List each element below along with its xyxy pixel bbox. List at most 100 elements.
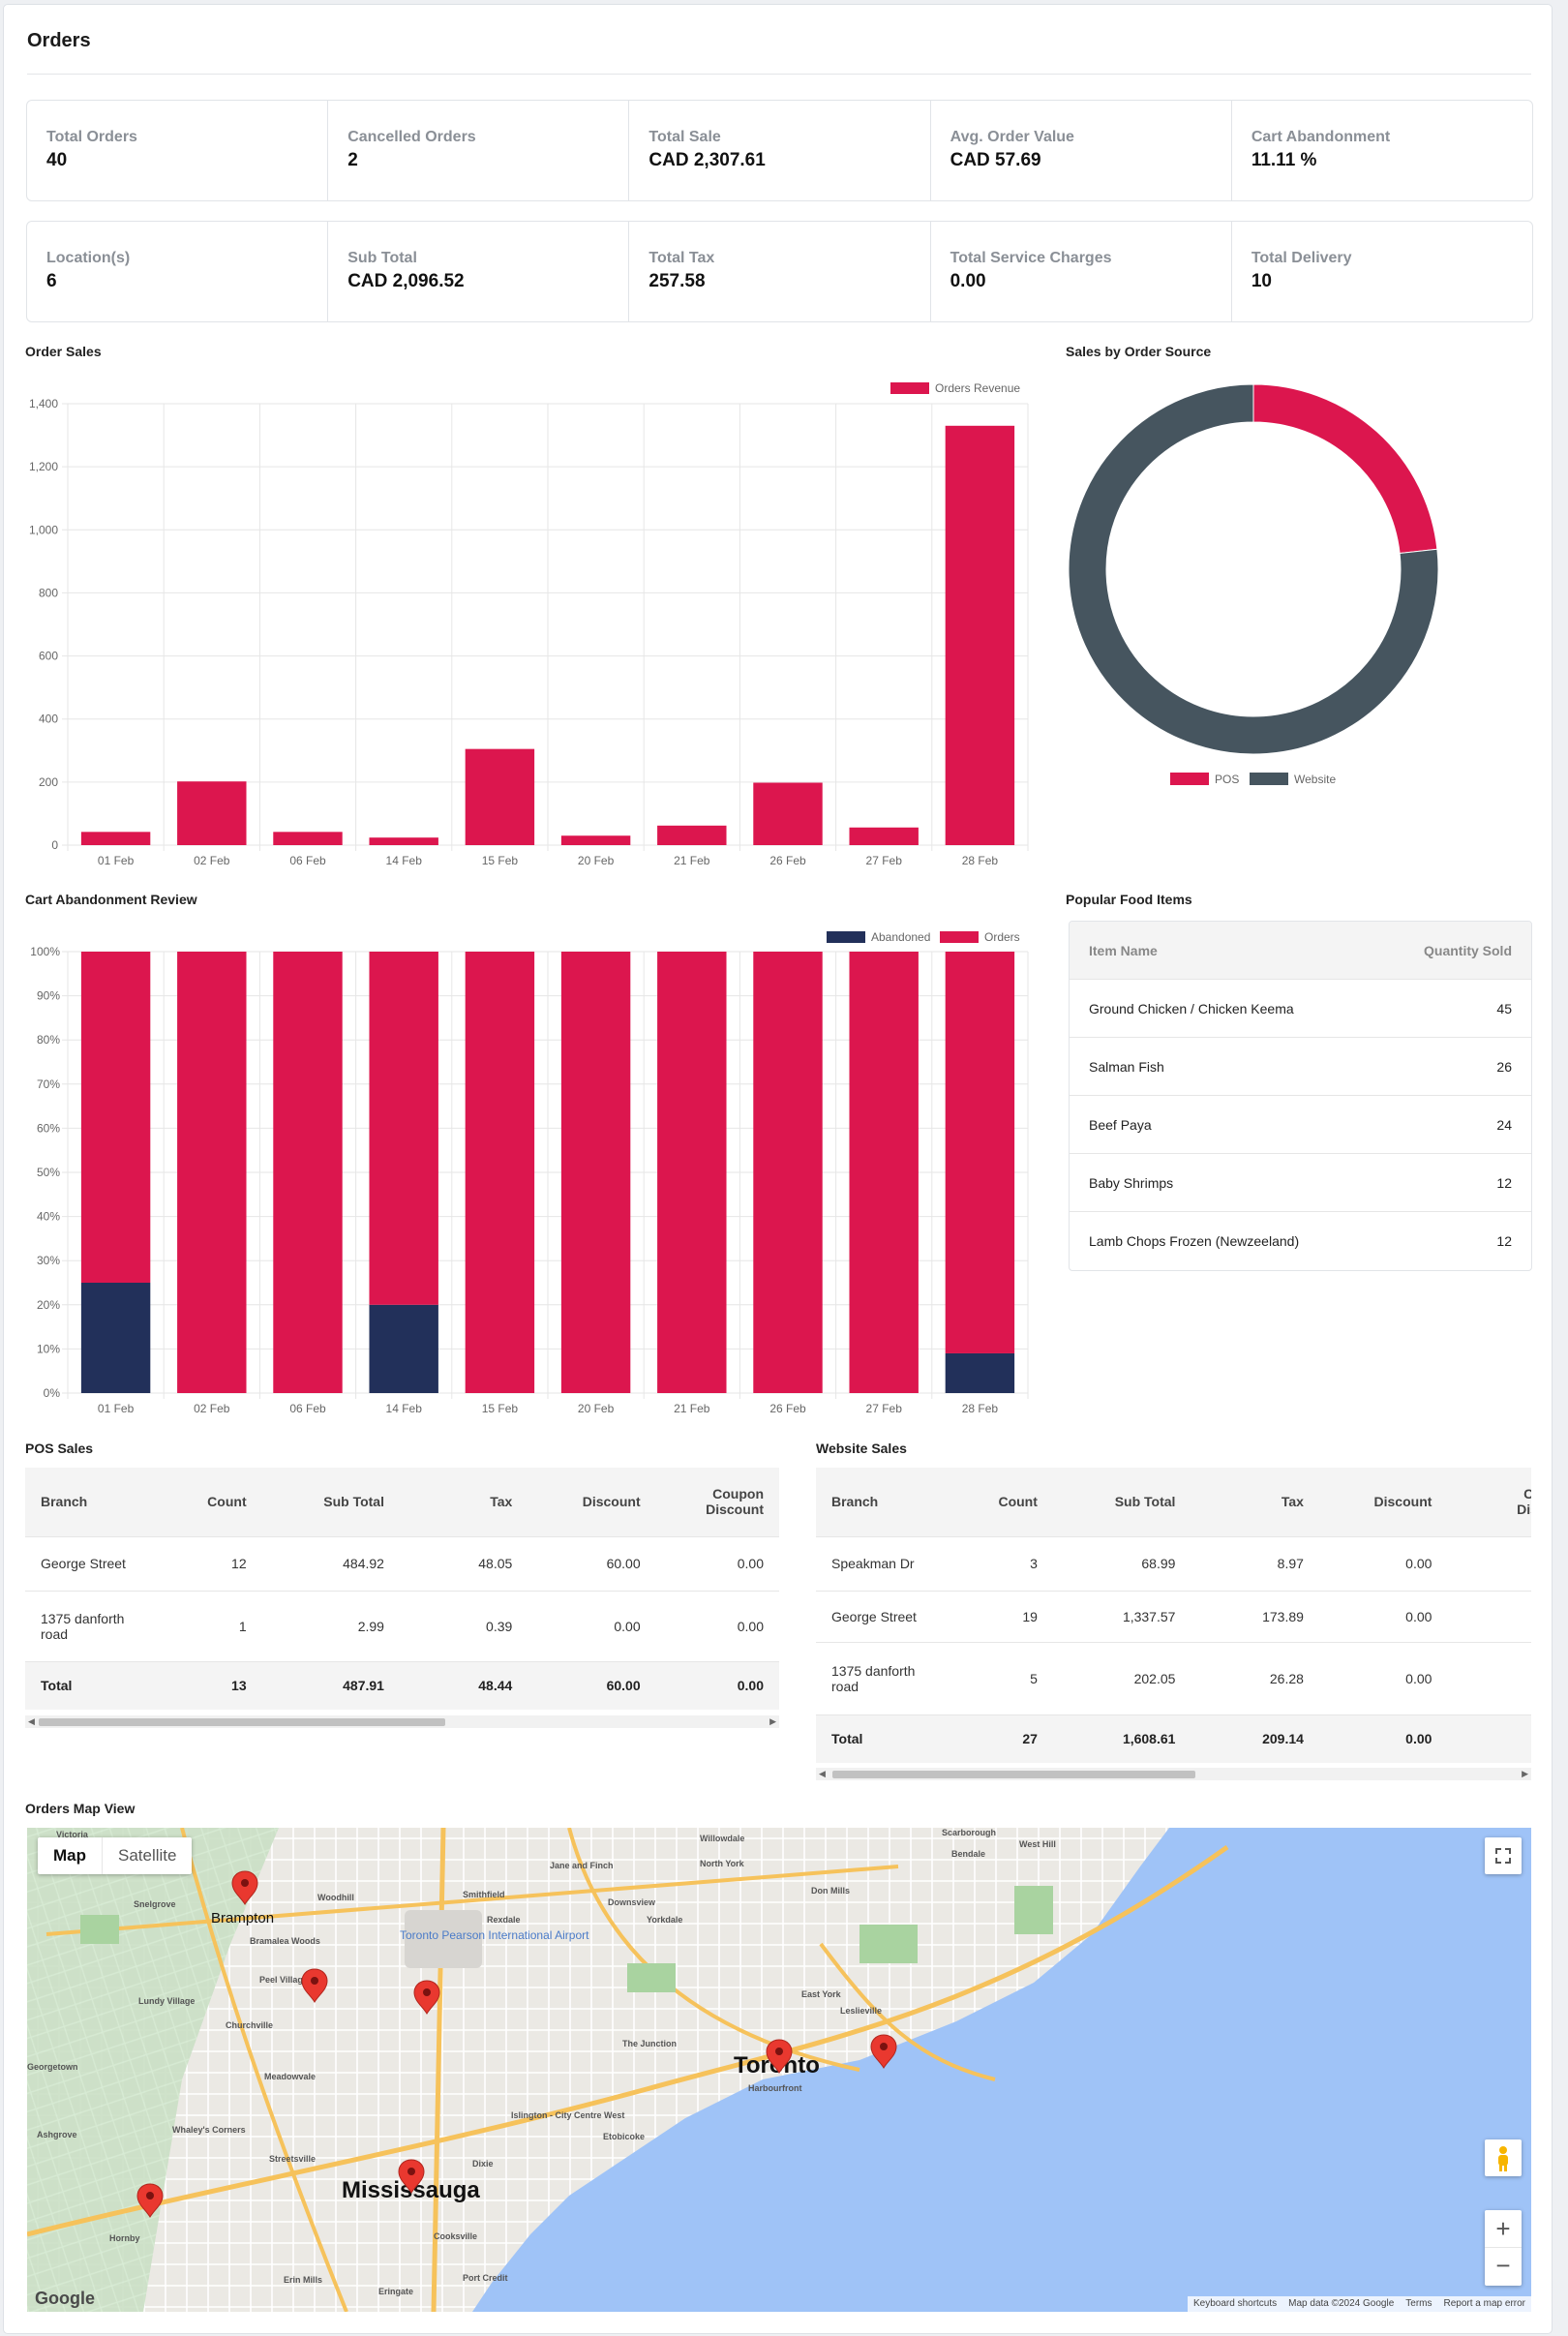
food-qty: 24 [1496, 1116, 1512, 1133]
legend-swatch [1170, 773, 1209, 785]
sales-by-source-donut: POS Website [1068, 383, 1439, 786]
place-label: Snelgrove [134, 1899, 176, 1909]
place-label: Eringate [378, 2287, 413, 2296]
food-row: Ground Chicken / Chicken Keema 45 [1070, 979, 1531, 1037]
stat-avg-order-value: Avg. Order Value CAD 57.69 [931, 101, 1232, 200]
scroll-left-icon[interactable]: ◀ [28, 1716, 35, 1727]
fullscreen-button[interactable] [1485, 1837, 1522, 1874]
food-row: Baby Shrimps 12 [1070, 1153, 1531, 1211]
place-label: Leslieville [840, 2006, 882, 2016]
bar [465, 748, 535, 845]
stat-total-delivery: Total Delivery 10 [1251, 250, 1352, 291]
street-view-button[interactable] [1485, 2139, 1522, 2176]
map-button[interactable]: Map [38, 1837, 103, 1874]
col-branch: Branch [816, 1468, 954, 1536]
x-tick-label: 20 Feb [578, 1402, 615, 1415]
y-tick-label: 1,000 [29, 523, 58, 536]
satellite-button[interactable]: Satellite [103, 1837, 192, 1874]
stacked-bar-segment [80, 952, 151, 1283]
pos-table-scrollbar[interactable]: ◀ ▶ [25, 1715, 779, 1728]
keyboard-shortcuts-link[interactable]: Keyboard shortcuts [1188, 2296, 1282, 2312]
stat-total-sale: Total Sale CAD 2,307.61 [629, 101, 931, 200]
col-tax: Tax [1191, 1468, 1319, 1536]
stats-row-2: Location(s) 6 Sub Total CAD 2,096.52 Total… [26, 221, 1533, 322]
website-sales-table: Branch Count Sub Total Tax Discount Coup… [816, 1468, 1531, 1763]
website-table-scrollbar[interactable]: ◀ ▶ [816, 1768, 1531, 1780]
x-tick-label: 27 Feb [866, 854, 903, 867]
order-sales-heading: Order Sales [25, 344, 102, 359]
place-label: East York [801, 1989, 842, 1999]
orders-map[interactable]: Brampton Toronto Mississauga Woodhill To… [27, 1828, 1531, 2312]
x-tick-label: 21 Feb [674, 1402, 710, 1415]
stat-locations: Location(s) 6 [27, 222, 329, 321]
x-tick-label: 21 Feb [674, 854, 710, 867]
y-tick-label: 40% [37, 1210, 60, 1224]
place-label: Etobicoke [603, 2132, 645, 2141]
scroll-thumb[interactable] [832, 1771, 1195, 1778]
table-row: George Street 19 1,337.57 173.89 0.00 [816, 1590, 1531, 1642]
zoom-in-icon[interactable]: + [1485, 2210, 1522, 2248]
x-tick-label: 28 Feb [962, 854, 999, 867]
food-table-header: Item Name Quantity Sold [1070, 922, 1531, 979]
scroll-left-icon[interactable]: ◀ [819, 1769, 826, 1779]
place-label: Jane and Finch [550, 1861, 614, 1870]
y-tick-label: 1,400 [29, 397, 58, 410]
park [627, 1963, 676, 1992]
orders-page: Orders Total Orders 40 Cancelled Orders 2 … [3, 4, 1553, 2334]
x-tick-label: 14 Feb [386, 1402, 423, 1415]
legend-swatch [827, 931, 865, 943]
place-label: Willowdale [700, 1834, 744, 1843]
stacked-bar-segment [945, 952, 1015, 1353]
food-header-name: Item Name [1089, 942, 1158, 958]
scroll-right-icon[interactable]: ▶ [769, 1716, 776, 1727]
place-label: Rexdale [487, 1915, 521, 1925]
place-label: Streetsville [269, 2154, 316, 2164]
y-tick-label: 200 [39, 775, 58, 789]
zoom-out-icon[interactable]: − [1485, 2248, 1522, 2285]
bar [560, 835, 631, 845]
place-label: Toronto Pearson International Airport [400, 1928, 589, 1942]
table-row: 1375 danforth road 1 2.99 0.39 0.00 0.00 [25, 1590, 779, 1661]
map-view-heading: Orders Map View [25, 1801, 136, 1816]
y-tick-label: 60% [37, 1121, 60, 1135]
terms-link[interactable]: Terms [1400, 2296, 1437, 2312]
pos-sales-table: Branch Count Sub Total Tax Discount Coup… [25, 1468, 779, 1710]
y-tick-label: 80% [37, 1033, 60, 1047]
bar [945, 425, 1015, 845]
table-row: 1375 danforth road 5 202.05 26.28 0.00 [816, 1641, 1531, 1714]
scroll-thumb[interactable] [39, 1718, 445, 1726]
place-label: The Junction [622, 2039, 677, 2048]
stat-total-tax: Total Tax 257.58 [629, 222, 931, 321]
place-label: Georgetown [27, 2062, 78, 2072]
x-tick-label: 27 Feb [866, 1402, 903, 1415]
col-coupon-discount: Coupon Discount [655, 1468, 779, 1536]
place-label: Hornby [109, 2233, 140, 2243]
legend-label: Orders [984, 930, 1020, 944]
stats-row-1: Total Orders 40 Cancelled Orders 2 Total S… [26, 100, 1533, 201]
legend-label: Orders Revenue [935, 381, 1020, 395]
place-label: Harbourfront [748, 2083, 802, 2093]
place-label: Woodhill [317, 1893, 354, 1902]
divider [27, 74, 1531, 75]
stat-total-orders: Total Orders 40 [27, 101, 329, 200]
food-qty: 45 [1496, 1000, 1512, 1016]
stat-cart-abandonment: Cart Abandonment 11.11 % [1251, 129, 1391, 170]
x-tick-label: 26 Feb [769, 1402, 806, 1415]
col-count: Count [953, 1468, 1053, 1536]
place-label: Downsview [608, 1897, 656, 1907]
place-label: Bendale [951, 1849, 985, 1859]
map-canvas[interactable]: Brampton Toronto Mississauga Woodhill To… [27, 1828, 1531, 2312]
scroll-right-icon[interactable]: ▶ [1522, 1769, 1528, 1779]
place-label: Bramalea Woods [250, 1936, 320, 1946]
report-error-link[interactable]: Report a map error [1438, 2296, 1531, 2312]
x-tick-label: 14 Feb [386, 854, 423, 867]
food-row: Salman Fish 26 [1070, 1037, 1531, 1095]
stat-service-charges: Total Service Charges 0.00 [931, 222, 1232, 321]
place-label: Lundy Village [138, 1996, 195, 2006]
map-footer: Keyboard shortcuts Map data ©2024 Google… [1187, 2296, 1531, 2312]
x-tick-label: 06 Feb [289, 854, 326, 867]
website-sales-table-wrapper: Branch Count Sub Total Tax Discount Coup… [816, 1468, 1531, 1783]
table-row: George Street 12 484.92 48.05 60.00 0.00 [25, 1535, 779, 1591]
y-tick-label: 800 [39, 586, 58, 599]
food-qty: 26 [1496, 1058, 1512, 1075]
